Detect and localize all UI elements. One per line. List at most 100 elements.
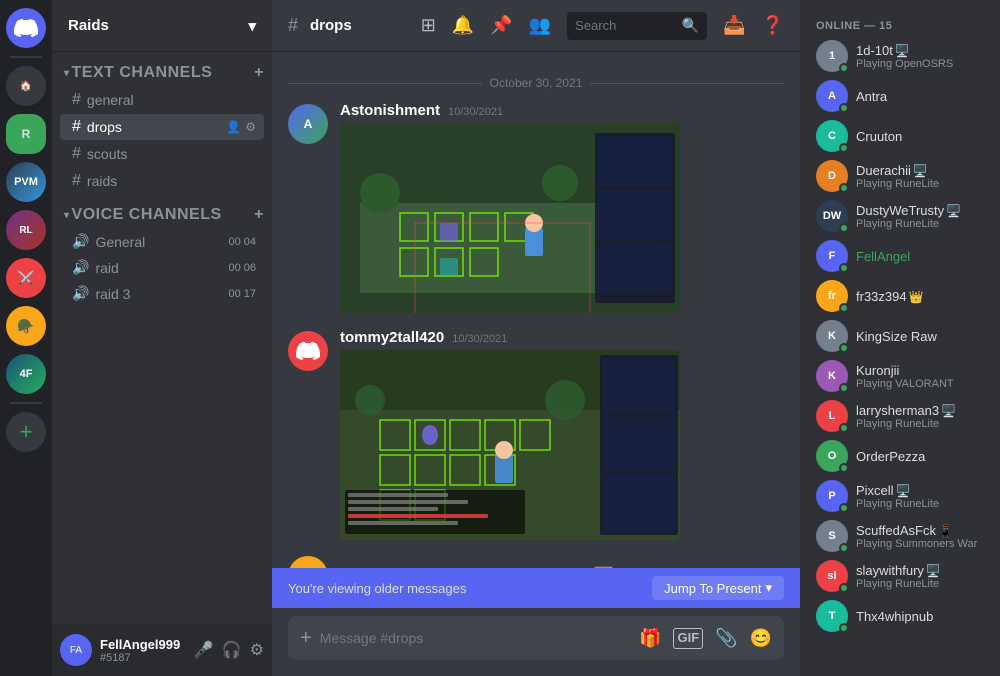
member-item[interactable]: 1 1d-10t🖥️ Playing OpenOSRS (808, 36, 992, 76)
gif-button[interactable]: GIF (673, 628, 703, 649)
member-info: Kuronjii Playing VALORANT (856, 363, 984, 390)
member-info: Cruuton (856, 129, 984, 144)
member-name: Cruuton (856, 129, 984, 144)
screenshot-2[interactable] (340, 350, 680, 540)
message-content-1: Astonishment 10/30/2021 (340, 102, 784, 313)
search-bar[interactable]: 🔍 (567, 12, 707, 40)
status-dot (839, 463, 849, 473)
hashtag-icon[interactable]: ⊞ (421, 15, 436, 36)
hash-icon-scouts: # (72, 145, 81, 163)
add-channel-icon[interactable]: + (254, 64, 264, 82)
member-item[interactable]: F FellAngel (808, 236, 992, 276)
member-activity: Playing RuneLite (856, 578, 984, 590)
status-dot (839, 503, 849, 513)
member-name: DustyWeTrusty🖥️ (856, 203, 984, 218)
headphone-button[interactable]: 🎧 (222, 640, 242, 660)
icon-bar-separator-2 (10, 402, 42, 404)
server-icon-raid[interactable]: RL (6, 210, 46, 250)
member-item[interactable]: K KingSize Raw (808, 316, 992, 356)
help-icon[interactable]: ❓ (762, 15, 784, 36)
status-dot (839, 383, 849, 393)
member-activity: Playing RuneLite (856, 498, 984, 510)
member-info: Duerachii🖥️ Playing RuneLite (856, 163, 984, 190)
member-badge: 🖥️ (946, 204, 961, 218)
date-label: October 30, 2021 (490, 76, 583, 90)
server-icon-pvm[interactable]: PVM (6, 162, 46, 202)
chat-input-area: + 🎁 GIF 📎 😊 (272, 608, 800, 676)
channel-general[interactable]: # general (60, 87, 264, 113)
server-icon-3[interactable]: ⚔️ (6, 258, 46, 298)
member-avatar: T (816, 600, 848, 632)
member-item[interactable]: S ScuffedAsFck📱 Playing Summoners War (808, 516, 992, 556)
member-badge: 🖥️ (895, 44, 910, 58)
emoji-icon[interactable]: 😊 (750, 628, 772, 649)
member-item[interactable]: L larrysherman3🖥️ Playing RuneLite (808, 396, 992, 436)
voice-raid3[interactable]: 🔊 raid 3 00 17 (60, 281, 264, 306)
server-icon-5[interactable]: 4F (6, 354, 46, 394)
settings-button[interactable]: ⚙ (250, 640, 264, 660)
add-server-button[interactable]: + (6, 412, 46, 452)
status-dot (839, 303, 849, 313)
channel-raids[interactable]: # raids (60, 168, 264, 194)
member-item[interactable]: D Duerachii🖥️ Playing RuneLite (808, 156, 992, 196)
member-item[interactable]: sl slaywithfury🖥️ Playing RuneLite (808, 556, 992, 596)
member-avatar: sl (816, 560, 848, 592)
mic-button[interactable]: 🎤 (194, 640, 214, 660)
member-item[interactable]: K Kuronjii Playing VALORANT (808, 356, 992, 396)
attach-icon[interactable]: 📎 (715, 628, 737, 649)
members-icon[interactable]: 👥 (529, 15, 551, 36)
member-activity: Playing VALORANT (856, 378, 984, 390)
gift-icon[interactable]: 🎁 (639, 628, 661, 649)
member-name: Kuronjii (856, 363, 984, 378)
older-messages-bar: You're viewing older messages Jump To Pr… (272, 568, 800, 608)
member-badge: 👑 (909, 290, 924, 304)
jump-to-present-button[interactable]: Jump To Present ▾ (652, 576, 784, 600)
add-voice-channel-icon[interactable]: + (254, 206, 264, 224)
avatar-tommy (288, 331, 328, 371)
username: FellAngel999 (100, 637, 186, 652)
messages-container: October 30, 2021 A Astonishment 10/30/20… (272, 52, 800, 568)
inbox-icon[interactable]: 📥 (723, 15, 745, 36)
chat-header: # drops ⊞ 🔔 📌 👥 🔍 📥 ❓ (272, 0, 800, 52)
member-info: DustyWeTrusty🖥️ Playing RuneLite (856, 203, 984, 230)
member-name: KingSize Raw (856, 329, 984, 344)
members-section-header: ONLINE — 15 (808, 12, 992, 36)
message-astonishment: A Astonishment 10/30/2021 (272, 98, 800, 317)
hash-icon: # (72, 91, 81, 109)
speaker-icon-raid3: 🔊 (72, 285, 89, 302)
bell-icon[interactable]: 🔔 (452, 15, 474, 36)
user-icon: 👤 (226, 120, 241, 134)
server-icon-4[interactable]: 🪖 (6, 306, 46, 346)
member-item[interactable]: fr fr33z394👑 (808, 276, 992, 316)
avatar-astonishment: A (288, 104, 328, 144)
message-input[interactable] (320, 630, 631, 646)
message-tommy: tommy2tall420 10/30/2021 (272, 325, 800, 544)
screenshot-1[interactable] (340, 123, 680, 313)
voice-general[interactable]: 🔊 General 00 04 (60, 229, 264, 254)
member-item[interactable]: C Cruuton (808, 116, 992, 156)
server-icon-1[interactable]: 🏠 (6, 66, 46, 106)
pin-icon[interactable]: 📌 (490, 15, 512, 36)
discord-logo[interactable] (6, 8, 46, 48)
search-input[interactable] (575, 18, 676, 33)
avatar-partial: fr (288, 556, 328, 568)
voice-channels-header[interactable]: ▾ VOICE CHANNELS + (52, 202, 272, 228)
status-dot (839, 143, 849, 153)
member-item[interactable]: P Pixcell🖥️ Playing RuneLite (808, 476, 992, 516)
icon-bar: 🏠 R PVM RL ⚔️ 🪖 4F + (0, 0, 52, 676)
voice-raid[interactable]: 🔊 raid 00 06 (60, 255, 264, 280)
channel-scouts[interactable]: # scouts (60, 141, 264, 167)
server-name[interactable]: Raids ▾ (52, 0, 272, 52)
member-activity: Playing Summoners War (856, 538, 984, 550)
member-item[interactable]: O OrderPezza (808, 436, 992, 476)
member-item[interactable]: T Thx4whipnub (808, 596, 992, 636)
add-attachment-button[interactable]: + (300, 627, 312, 650)
channel-drops[interactable]: # drops 👤 ⚙ (60, 114, 264, 140)
text-channels-header[interactable]: ▾ TEXT CHANNELS + (52, 60, 272, 86)
member-info: fr33z394👑 (856, 289, 984, 304)
timestamp-1: 10/30/2021 (448, 106, 503, 118)
member-info: Thx4whipnub (856, 609, 984, 624)
member-item[interactable]: DW DustyWeTrusty🖥️ Playing RuneLite (808, 196, 992, 236)
server-icon-raids[interactable]: R (6, 114, 46, 154)
member-item[interactable]: A Antra (808, 76, 992, 116)
